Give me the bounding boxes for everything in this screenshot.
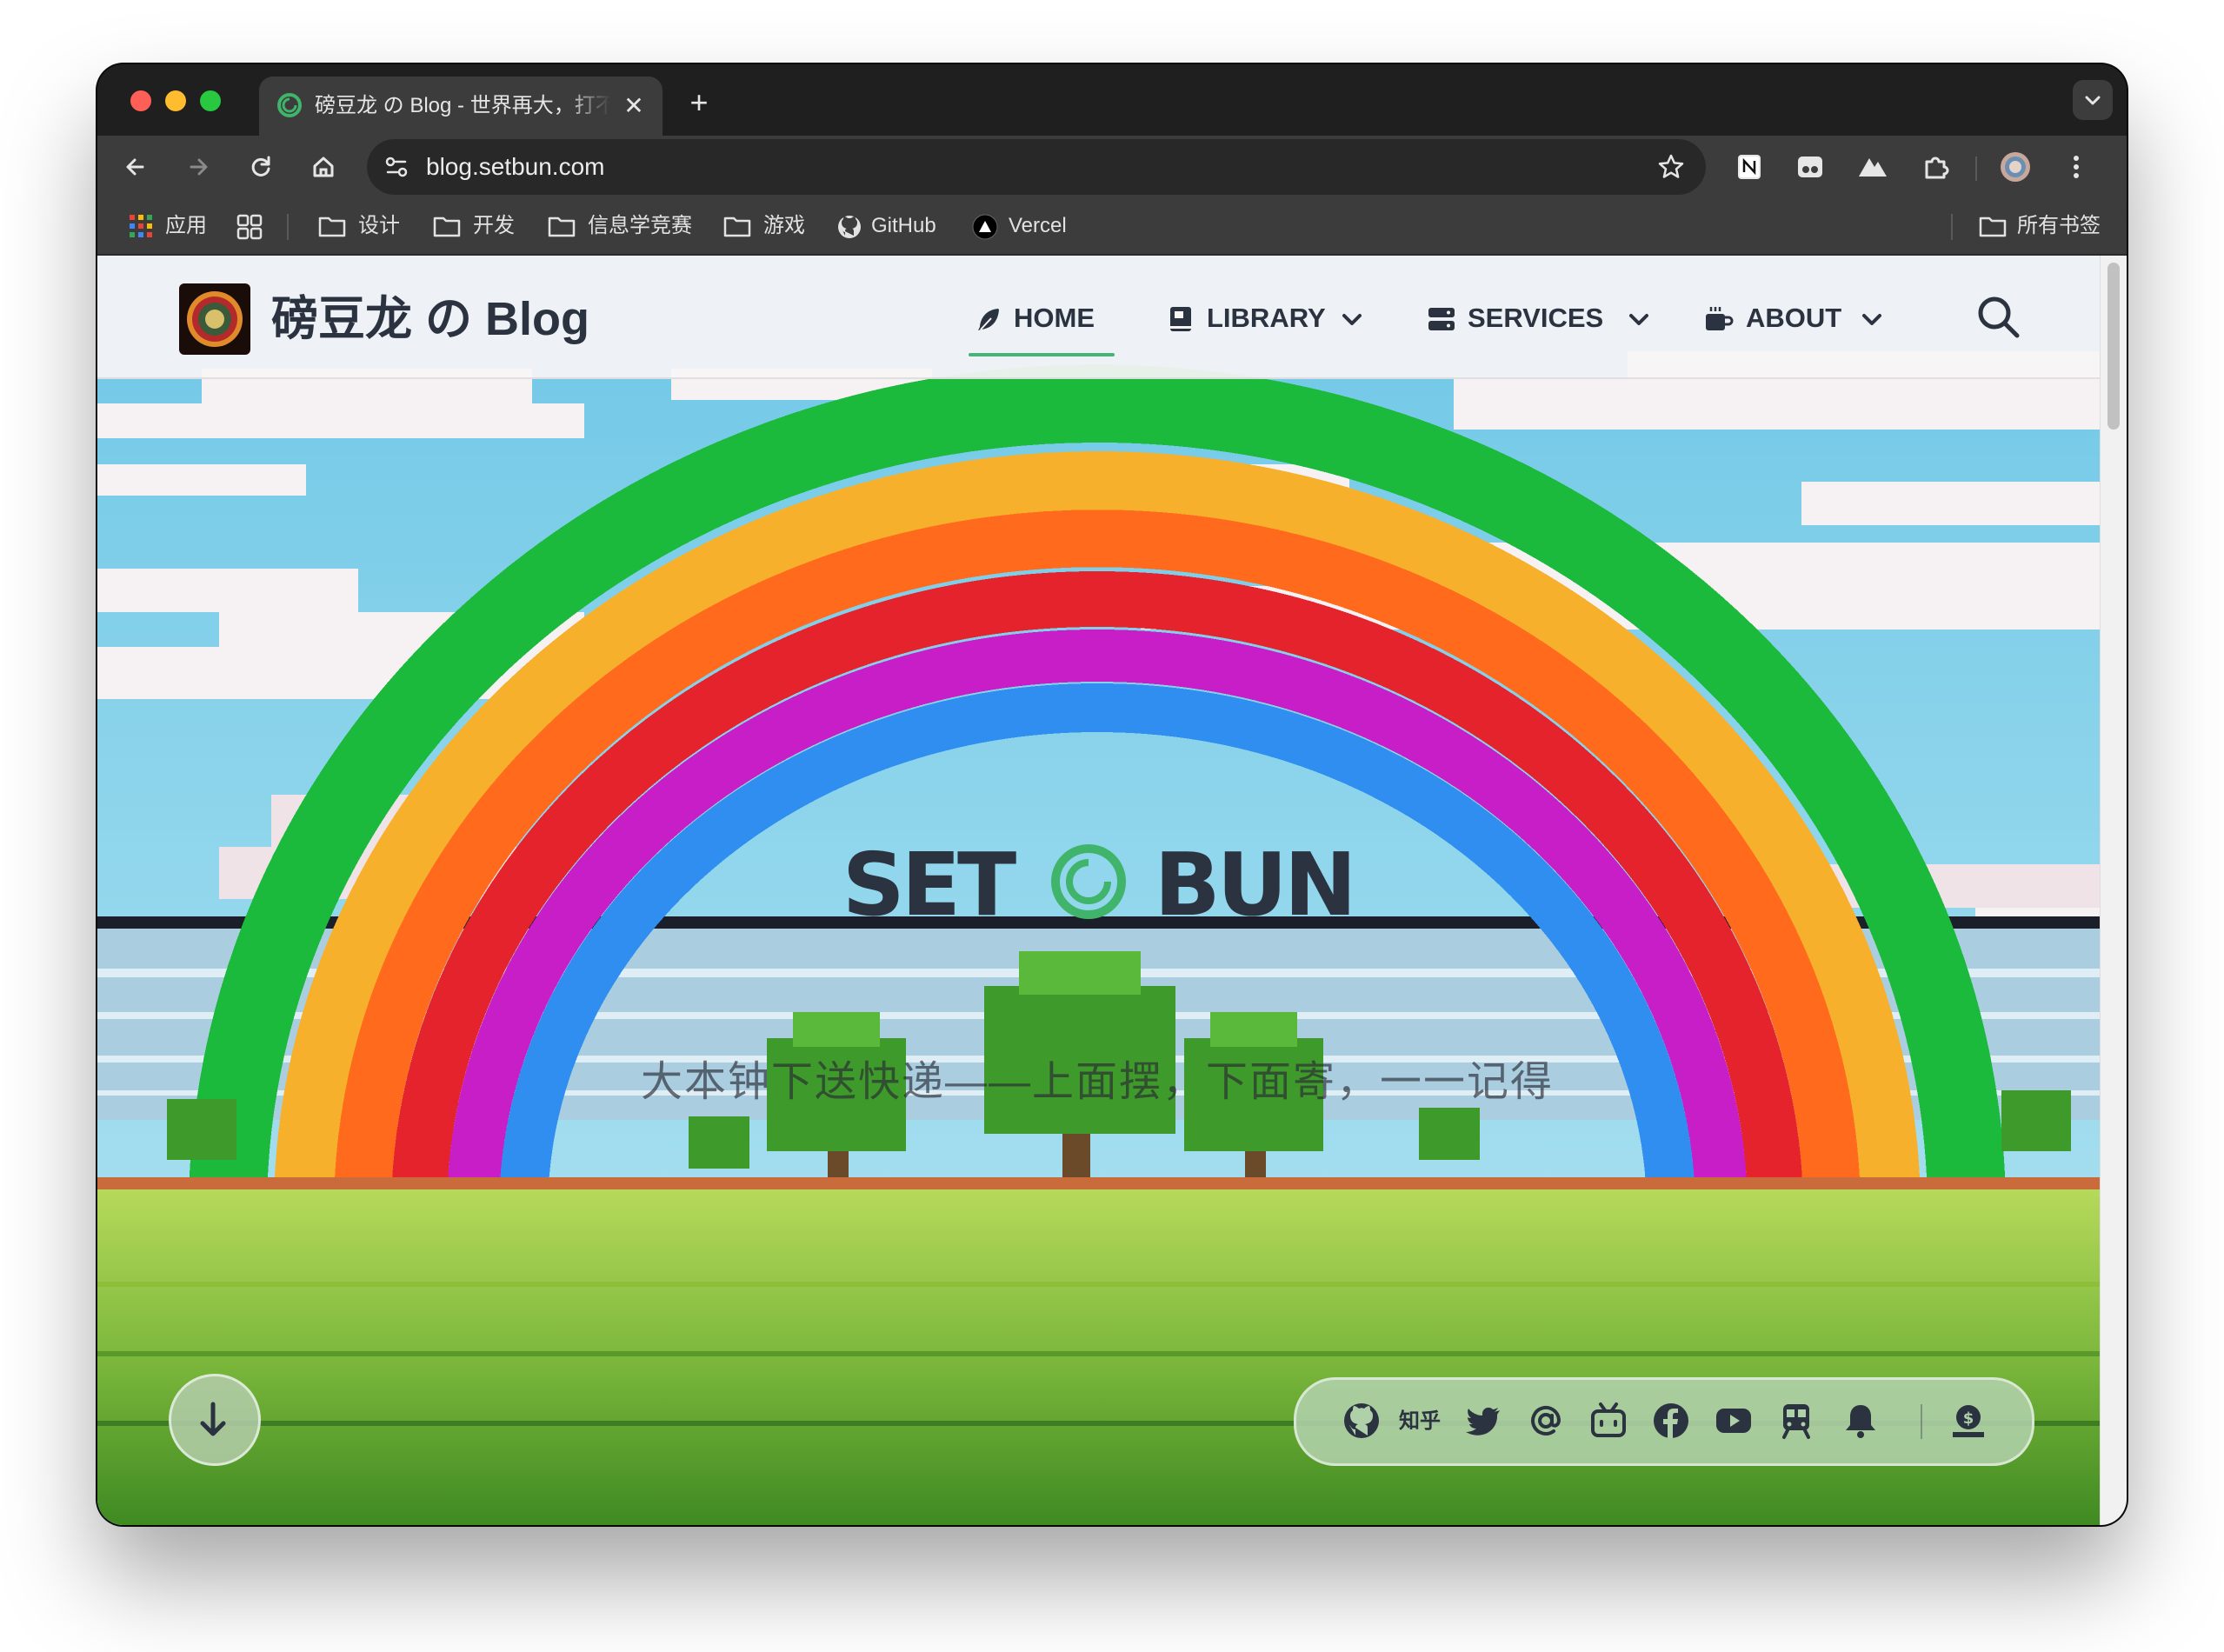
reload-icon[interactable] [242,148,280,186]
blog-title[interactable]: 磅豆龙 の Blog [271,289,589,350]
bookmark-folder-dev[interactable]: 开发 [433,198,529,254]
profile-avatar-icon[interactable] [1996,148,2034,186]
active-tab[interactable]: 磅豆龙 の Blog - 世界再大，打不过人心 ✕ [259,77,663,136]
bookmark-github[interactable]: GitHub [836,198,958,254]
feather-icon [978,309,999,330]
zhihu-link[interactable]: 知乎 [1399,1402,1441,1441]
kebab-menu-icon[interactable] [2057,148,2095,186]
site-info-icon[interactable] [379,150,414,184]
search-icon[interactable] [1972,290,2026,344]
back-arrow-icon[interactable] [117,148,155,186]
arrow-down-icon [200,1402,226,1436]
brand-swirl-icon [1051,844,1126,919]
all-bookmarks-button[interactable]: 所有书签 [1979,198,2109,254]
forward-arrow-icon[interactable] [179,148,217,186]
bookmark-folder-games[interactable]: 游戏 [723,198,819,254]
folder-icon [433,216,461,237]
tab-search-button[interactable] [2073,80,2113,120]
address-bar[interactable]: blog.setbun.com [367,139,1706,195]
tab-title: 磅豆龙 の Blog - 世界再大，打不过人心 [315,94,610,117]
github-icon[interactable] [1342,1401,1382,1441]
bookmarks-bar: 应用 设计 开发 信息学竞赛 游戏 GitHub Vercel 所有书签 [97,198,2127,256]
bookmark-label: 信息学竞赛 [588,214,692,237]
scrollbar-thumb[interactable] [2107,263,2120,430]
extensions-puzzle-icon[interactable] [1916,148,1954,186]
svg-text:$: $ [1963,1409,1974,1428]
twitter-icon[interactable] [1463,1401,1503,1441]
coffee-icon [1706,307,1734,330]
zoom-window-button[interactable] [200,90,221,111]
bookmark-divider [1951,214,1953,240]
nav-library[interactable]: LIBRARY [1169,294,1377,343]
bookmark-divider [287,214,289,240]
tab-strip: 磅豆龙 の Blog - 世界再大，打不过人心 ✕ + [97,64,2127,136]
all-bookmarks-label: 所有书签 [2017,214,2101,237]
chevron-down-icon [1629,314,1648,325]
active-nav-indicator [969,353,1115,356]
nav-label: LIBRARY [1207,303,1326,333]
bookmark-label: Vercel [1009,214,1067,237]
train-icon[interactable] [1776,1401,1816,1441]
social-divider [1921,1404,1922,1439]
hero-brand-logo: SET BUN [793,829,1402,947]
bookmark-label: 应用 [165,214,207,237]
mountain-extension-icon[interactable] [1854,148,1892,186]
hero-tagline: 大本钟下送快递——上面摆，下面寄，一一记得 [640,1059,1554,1105]
bell-icon[interactable] [1841,1401,1881,1441]
folder-icon [1979,216,2007,237]
social-links-bar: 知乎 $ [1294,1377,2034,1466]
nav-label: HOME [1014,303,1095,333]
bookmark-label: GitHub [871,214,936,237]
bilibili-icon[interactable] [1588,1401,1628,1441]
bookmark-folder-olympiad[interactable]: 信息学竞赛 [548,198,704,254]
facebook-icon[interactable] [1651,1401,1691,1441]
github-icon [838,216,861,238]
server-icon [1428,308,1455,330]
chevron-down-icon [2085,96,2101,105]
at-icon[interactable] [1526,1401,1566,1441]
nav-home[interactable]: HOME [975,294,1115,343]
page-scrollbar[interactable] [2100,256,2127,1525]
site-logo[interactable] [179,283,250,355]
bookmark-vercel[interactable]: Vercel [972,198,1085,254]
chevron-down-icon [1342,314,1362,325]
bookmark-apps[interactable]: 应用 [129,198,216,254]
bookmark-star-icon[interactable] [1655,151,1687,183]
scroll-down-button[interactable] [169,1374,261,1466]
close-window-button[interactable] [130,90,151,111]
brand-text-right: BUN [1154,834,1353,936]
book-icon [1170,307,1191,331]
folder-icon [318,216,346,237]
vercel-icon [972,214,998,240]
bookmark-folder-design[interactable]: 设计 [318,198,414,254]
nav-label: ABOUT [1746,303,1842,333]
bookmark-tab-groups[interactable] [236,198,268,254]
minimize-window-button[interactable] [165,90,186,111]
setbun-favicon-icon [277,93,302,117]
bookmark-label: 开发 [473,214,515,237]
tab-close-icon[interactable]: ✕ [619,91,649,121]
folder-icon [548,216,576,237]
bookmark-label: 设计 [358,214,400,237]
browser-window: 磅豆龙 の Blog - 世界再大，打不过人心 ✕ + [97,64,2127,1525]
donate-icon[interactable]: $ [1948,1401,1988,1441]
chevron-down-icon [1862,314,1881,325]
site-header: 磅豆龙 の Blog HOME LIBRARY SERVICES ABOUT [97,256,2101,379]
bookmark-label: 游戏 [763,214,805,237]
youtube-icon[interactable] [1714,1401,1754,1441]
nav-label: SERVICES [1468,303,1604,333]
notion-extension-icon[interactable] [1730,148,1768,186]
tab-groups-icon [236,214,263,240]
page-viewport: 磅豆龙 の Blog HOME LIBRARY SERVICES ABOUT S… [97,256,2101,1525]
url-text[interactable]: blog.setbun.com [426,139,604,195]
nav-about[interactable]: ABOUT [1704,294,1895,343]
home-icon[interactable] [304,148,343,186]
apps-grid-icon [130,215,152,237]
brand-text-left: SET [842,834,1016,936]
new-tab-button[interactable]: + [680,83,718,122]
reader-extension-icon[interactable] [1791,148,1829,186]
toolbar-divider [1975,157,1977,181]
nav-services[interactable]: SERVICES [1428,294,1662,343]
folder-icon [723,216,751,237]
